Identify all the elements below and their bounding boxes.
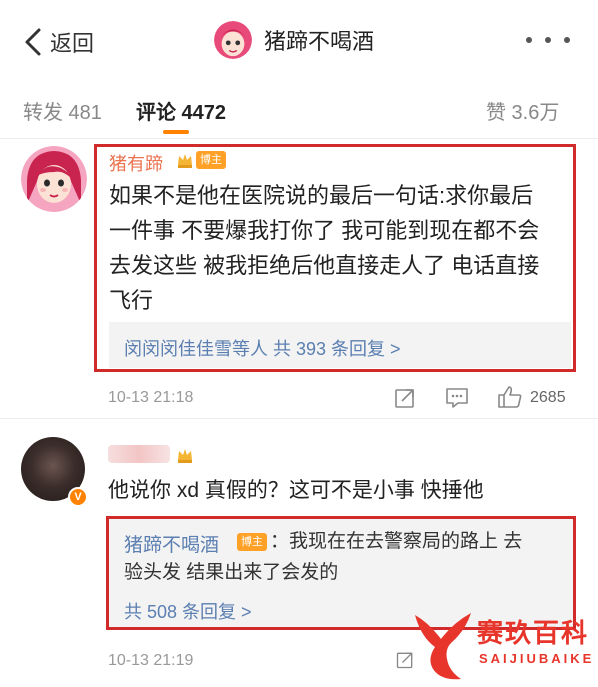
author-badge: 博主: [196, 151, 226, 169]
comment-line: 一件事 不要爆我打你了 我可能到现在都不会: [109, 218, 540, 243]
avatar[interactable]: [21, 146, 87, 212]
view-replies-link[interactable]: 闵闵闵佳佳雪等人 共 393 条回复 >: [124, 335, 401, 361]
comment-author[interactable]: 猪有蹄: [109, 150, 163, 176]
back-button[interactable]: 返回: [24, 24, 94, 60]
verified-icon: V: [68, 487, 88, 507]
divider: [0, 138, 598, 139]
tab-bar: 转发 481 评论 4472 赞 3.6万: [0, 84, 598, 138]
tab-reposts[interactable]: 转发 481: [23, 96, 102, 125]
comment-author[interactable]: [108, 445, 170, 463]
more-options-icon[interactable]: [526, 30, 570, 50]
watermark-title: 赛玖百科: [477, 618, 590, 648]
top-nav-bar: 返回 猪蹄不喝酒: [0, 0, 598, 84]
divider: [0, 418, 598, 419]
share-icon[interactable]: [393, 386, 417, 410]
reply-author[interactable]: 猪蹄不喝酒: [124, 530, 219, 557]
like-count: 2685: [530, 389, 566, 406]
page-title: 猪蹄不喝酒: [214, 20, 374, 60]
author-badge: 博主: [237, 533, 267, 551]
reply-text: 验头发 结果出来了会发的: [124, 562, 339, 583]
active-tab-indicator: [163, 130, 189, 134]
whale-tail-icon: [415, 613, 471, 680]
comment-line: 去发这些 被我拒绝后他直接走人了 电话直接: [109, 253, 540, 278]
comment-text: 如果不是他在医院说的最后一句话:求你最后 一件事 不要爆我打你了 我可能到现在都…: [109, 178, 569, 318]
title-text: 猪蹄不喝酒: [264, 29, 375, 54]
view-replies-link[interactable]: 共 508 条回复 >: [124, 598, 252, 624]
comment-line: 如果不是他在医院说的最后一句话:求你最后: [109, 183, 534, 208]
comment-icon[interactable]: [444, 386, 470, 410]
comment-text: 他说你 xd 真假的？这可不是小事 快捶他: [108, 479, 484, 502]
like-icon[interactable]: [497, 384, 523, 410]
tab-likes[interactable]: 赞 3.6万: [486, 96, 559, 125]
avatar[interactable]: [214, 21, 252, 59]
crown-icon: [178, 154, 192, 168]
comment-time: 10-13 21:19: [108, 652, 194, 669]
comment-time: 10-13 21:18: [108, 389, 194, 406]
watermark-subtitle: SAIJIUBAIKE: [479, 651, 595, 666]
watermark-logo: 赛玖百科 SAIJIUBAIKE: [411, 607, 598, 687]
reply-text: ：我现在在去警察局的路上 去: [270, 531, 523, 552]
back-label: 返回: [50, 31, 95, 56]
comment-line: 飞行: [109, 288, 154, 313]
tab-comments[interactable]: 评论 4472: [136, 96, 226, 125]
crown-icon: [178, 449, 192, 463]
chevron-left-icon: [25, 28, 41, 56]
